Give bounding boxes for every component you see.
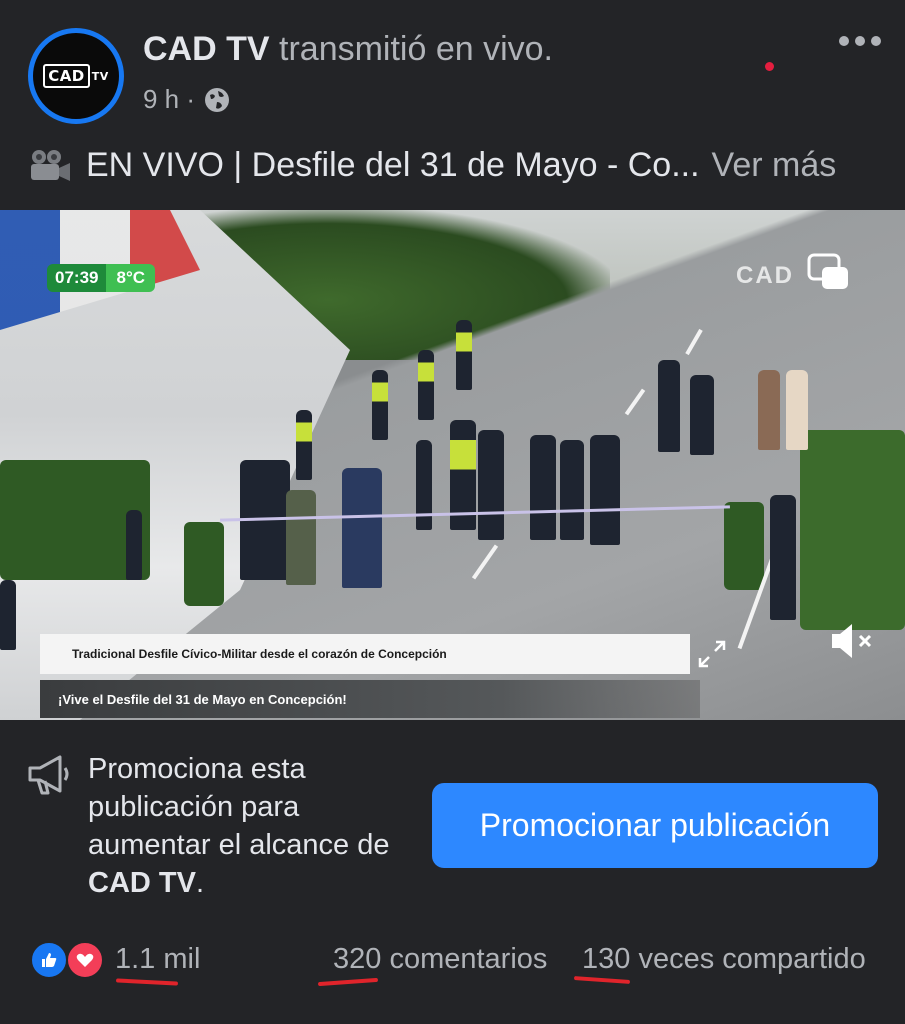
video-person (530, 435, 556, 540)
video-person (770, 495, 796, 620)
video-person (478, 430, 504, 540)
muted-speaker-icon[interactable] (826, 618, 876, 664)
post-time[interactable]: 9 h · (143, 84, 195, 115)
more-options-icon[interactable] (839, 36, 881, 46)
video-person (590, 435, 620, 545)
cad-tv-logo: CAD TV (43, 64, 109, 88)
video-person (418, 350, 434, 420)
page-name-link[interactable]: CAD TV (143, 30, 270, 68)
video-hedge (184, 522, 224, 606)
post-header: CAD TV CAD TV transmitió en vivo. 9 h · (0, 0, 905, 140)
time-temp-overlay: 07:39 8°C (47, 264, 156, 292)
page-avatar[interactable]: CAD TV (28, 28, 124, 124)
video-person (786, 370, 808, 450)
video-person (758, 370, 780, 450)
clock-time: 07:39 (47, 264, 107, 292)
notification-dot (765, 62, 774, 71)
lower-third-subtitle: ¡Vive el Desfile del 31 de Mayo en Conce… (40, 680, 700, 718)
post-action-text: transmitió en vivo. (279, 30, 554, 68)
promote-post-button[interactable]: Promocionar publicación (432, 783, 878, 868)
channel-watermark: CAD (736, 262, 794, 289)
video-person (560, 440, 584, 540)
post-meta: 9 h · (143, 84, 231, 115)
video-person (286, 490, 316, 585)
globe-icon (205, 87, 230, 112)
video-hedge (800, 430, 905, 630)
movie-camera-icon (31, 149, 70, 181)
live-video-player[interactable]: 07:39 8°C CAD Tradicional Desfile Cívico… (0, 210, 905, 720)
red-annotation-underline (573, 976, 631, 984)
love-reaction-icon[interactable] (66, 941, 104, 979)
promo-description: Promociona esta publicación para aumenta… (88, 753, 390, 899)
video-person (658, 360, 680, 452)
picture-in-picture-icon[interactable] (806, 252, 850, 292)
video-person (372, 370, 388, 440)
caption-text: EN VIVO | Desfile del 31 de Mayo - Co... (86, 146, 700, 184)
see-more-link[interactable]: Ver más (712, 146, 837, 185)
shares-count[interactable]: 130 veces compartido (582, 943, 866, 976)
video-person (690, 375, 714, 455)
like-reaction-icon[interactable] (30, 941, 68, 979)
red-annotation-underline (115, 978, 179, 986)
post-title: CAD TV transmitió en vivo. (143, 30, 553, 69)
video-person (416, 440, 432, 530)
post-caption: EN VIVO | Desfile del 31 de Mayo - Co...… (28, 146, 836, 185)
comments-count[interactable]: 320 comentarios (333, 943, 547, 976)
video-person (296, 410, 312, 480)
video-person (126, 510, 142, 580)
lower-third-title: Tradicional Desfile Cívico-Militar desde… (40, 634, 690, 674)
video-person (342, 468, 382, 588)
video-person (0, 580, 16, 650)
red-annotation-underline (317, 977, 379, 987)
megaphone-icon (28, 755, 69, 795)
video-hedge (724, 502, 764, 590)
fullscreen-icon[interactable] (696, 638, 728, 670)
clock-temp: 8°C (106, 264, 156, 292)
reaction-count[interactable]: 1.1 mil (115, 943, 200, 976)
video-person (456, 320, 472, 390)
